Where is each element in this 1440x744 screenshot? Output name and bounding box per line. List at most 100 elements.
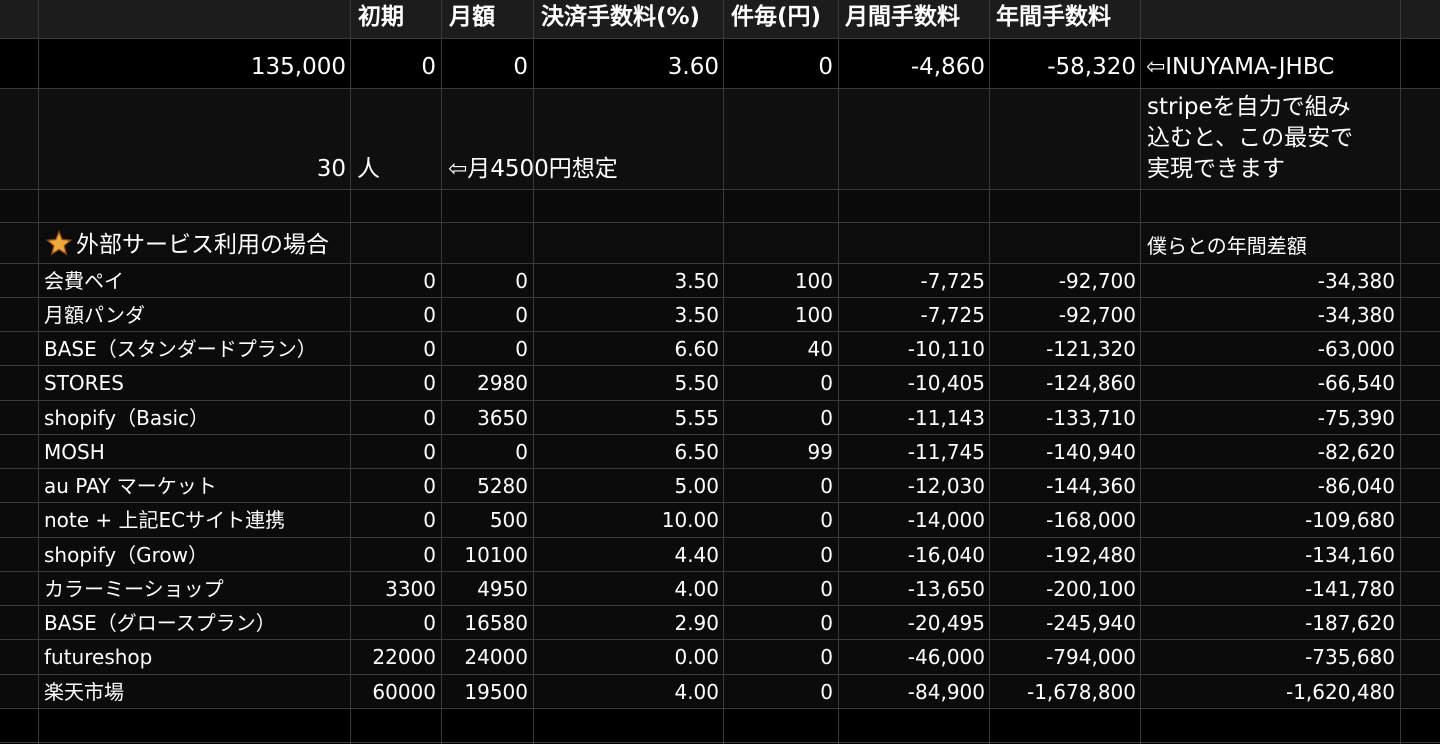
header-monthly[interactable]: 月額 bbox=[449, 6, 495, 29]
cell-afee[interactable]: -168,000 bbox=[991, 510, 1136, 530]
summary-fee-percent[interactable]: 3.60 bbox=[535, 56, 719, 79]
cell-per[interactable]: 0 bbox=[725, 682, 833, 702]
cell-afee[interactable]: -200,100 bbox=[991, 579, 1136, 599]
cell-initial[interactable]: 0 bbox=[352, 476, 436, 496]
cell-per[interactable]: 100 bbox=[725, 305, 833, 325]
cell-diff[interactable]: -735,680 bbox=[1142, 647, 1395, 667]
summary-amount[interactable]: 135,000 bbox=[40, 56, 346, 79]
cell-monthly[interactable]: 24000 bbox=[443, 647, 528, 667]
cell-name[interactable]: BASE（グロースプラン） bbox=[44, 613, 344, 633]
cell-name[interactable]: shopify（Basic） bbox=[44, 408, 344, 428]
cell-mfee[interactable]: -14,000 bbox=[840, 510, 985, 530]
cell-afee[interactable]: -794,000 bbox=[991, 647, 1136, 667]
cell-name[interactable]: BASE（スタンダードプラン） bbox=[44, 339, 344, 359]
cell-diff[interactable]: -75,390 bbox=[1142, 408, 1395, 428]
cell-monthly[interactable]: 19500 bbox=[443, 682, 528, 702]
cell-name[interactable]: 会費ペイ bbox=[44, 271, 344, 291]
cell-initial[interactable]: 0 bbox=[352, 271, 436, 291]
summary-monthly-fee[interactable]: -4,860 bbox=[840, 56, 985, 79]
cell-mfee[interactable]: -11,143 bbox=[840, 408, 985, 428]
cell-per[interactable]: 0 bbox=[725, 545, 833, 565]
cell-fee[interactable]: 3.50 bbox=[535, 305, 719, 325]
header-fee-percent[interactable]: 決済手数料(%) bbox=[541, 6, 700, 29]
cell-initial[interactable]: 0 bbox=[352, 510, 436, 530]
cell-per[interactable]: 0 bbox=[725, 408, 833, 428]
cell-afee[interactable]: -92,700 bbox=[991, 271, 1136, 291]
cell-diff[interactable]: -1,620,480 bbox=[1142, 682, 1395, 702]
cell-initial[interactable]: 0 bbox=[352, 613, 436, 633]
annual-diff-label[interactable]: 僕らとの年間差額 bbox=[1147, 236, 1307, 256]
cell-mfee[interactable]: -84,900 bbox=[840, 682, 985, 702]
section-title[interactable]: 外部サービス利用の場合 bbox=[46, 230, 329, 257]
cell-diff[interactable]: -86,040 bbox=[1142, 476, 1395, 496]
people-count[interactable]: 30 bbox=[40, 158, 346, 181]
cell-monthly[interactable]: 0 bbox=[443, 442, 528, 462]
summary-monthly[interactable]: 0 bbox=[443, 56, 528, 79]
cell-mfee[interactable]: -13,650 bbox=[840, 579, 985, 599]
cell-diff[interactable]: -82,620 bbox=[1142, 442, 1395, 462]
cell-fee[interactable]: 5.50 bbox=[535, 373, 719, 393]
cell-name[interactable]: futureshop bbox=[44, 647, 344, 667]
cell-per[interactable]: 0 bbox=[725, 613, 833, 633]
cell-fee[interactable]: 5.55 bbox=[535, 408, 719, 428]
cell-fee[interactable]: 3.50 bbox=[535, 271, 719, 291]
cell-initial[interactable]: 3300 bbox=[352, 579, 436, 599]
cell-name[interactable]: 月額パンダ bbox=[44, 305, 344, 325]
cell-fee[interactable]: 6.60 bbox=[535, 339, 719, 359]
cell-mfee[interactable]: -12,030 bbox=[840, 476, 985, 496]
cell-diff[interactable]: -34,380 bbox=[1142, 271, 1395, 291]
cell-monthly[interactable]: 500 bbox=[443, 510, 528, 530]
header-annual-fee[interactable]: 年間手数料 bbox=[996, 6, 1111, 29]
cell-fee[interactable]: 0.00 bbox=[535, 647, 719, 667]
cell-afee[interactable]: -1,678,800 bbox=[991, 682, 1136, 702]
cell-diff[interactable]: -66,540 bbox=[1142, 373, 1395, 393]
cell-monthly[interactable]: 3650 bbox=[443, 408, 528, 428]
cell-fee[interactable]: 10.00 bbox=[535, 510, 719, 530]
cell-per[interactable]: 99 bbox=[725, 442, 833, 462]
cell-mfee[interactable]: -10,110 bbox=[840, 339, 985, 359]
cell-fee[interactable]: 4.00 bbox=[535, 682, 719, 702]
cell-monthly[interactable]: 4950 bbox=[443, 579, 528, 599]
cell-fee[interactable]: 4.00 bbox=[535, 579, 719, 599]
summary-initial[interactable]: 0 bbox=[352, 56, 436, 79]
cell-afee[interactable]: -144,360 bbox=[991, 476, 1136, 496]
cell-mfee[interactable]: -20,495 bbox=[840, 613, 985, 633]
cell-name[interactable]: STORES bbox=[44, 373, 344, 393]
cell-diff[interactable]: -63,000 bbox=[1142, 339, 1395, 359]
cell-fee[interactable]: 4.40 bbox=[535, 545, 719, 565]
cell-name[interactable]: note + 上記ECサイト連携 bbox=[44, 510, 344, 530]
cell-name[interactable]: au PAY マーケット bbox=[44, 476, 344, 496]
cell-mfee[interactable]: -11,745 bbox=[840, 442, 985, 462]
cell-fee[interactable]: 5.00 bbox=[535, 476, 719, 496]
summary-per-item[interactable]: 0 bbox=[725, 56, 833, 79]
cell-mfee[interactable]: -46,000 bbox=[840, 647, 985, 667]
cell-fee[interactable]: 2.90 bbox=[535, 613, 719, 633]
summary-note[interactable]: ⇦INUYAMA-JHBC bbox=[1146, 56, 1334, 79]
cell-afee[interactable]: -192,480 bbox=[991, 545, 1136, 565]
cell-name[interactable]: shopify（Grow） bbox=[44, 545, 344, 565]
cell-name[interactable]: 楽天市場 bbox=[44, 682, 344, 702]
cell-initial[interactable]: 0 bbox=[352, 545, 436, 565]
cell-afee[interactable]: -121,320 bbox=[991, 339, 1136, 359]
cell-per[interactable]: 100 bbox=[725, 271, 833, 291]
people-unit[interactable]: 人 bbox=[357, 158, 380, 181]
cell-diff[interactable]: -134,160 bbox=[1142, 545, 1395, 565]
cell-diff[interactable]: -187,620 bbox=[1142, 613, 1395, 633]
header-per-item[interactable]: 件毎(円) bbox=[731, 6, 821, 29]
cell-mfee[interactable]: -10,405 bbox=[840, 373, 985, 393]
cell-fee[interactable]: 6.50 bbox=[535, 442, 719, 462]
cell-per[interactable]: 0 bbox=[725, 647, 833, 667]
cell-name[interactable]: MOSH bbox=[44, 442, 344, 462]
cell-initial[interactable]: 0 bbox=[352, 339, 436, 359]
cell-initial[interactable]: 22000 bbox=[352, 647, 436, 667]
cell-monthly[interactable]: 2980 bbox=[443, 373, 528, 393]
summary-annual-fee[interactable]: -58,320 bbox=[991, 56, 1136, 79]
cell-per[interactable]: 40 bbox=[725, 339, 833, 359]
header-monthly-fee[interactable]: 月間手数料 bbox=[845, 6, 960, 29]
cell-afee[interactable]: -245,940 bbox=[991, 613, 1136, 633]
cell-monthly[interactable]: 0 bbox=[443, 271, 528, 291]
cell-initial[interactable]: 60000 bbox=[352, 682, 436, 702]
cell-mfee[interactable]: -7,725 bbox=[840, 305, 985, 325]
cell-afee[interactable]: -124,860 bbox=[991, 373, 1136, 393]
cell-monthly[interactable]: 0 bbox=[443, 339, 528, 359]
